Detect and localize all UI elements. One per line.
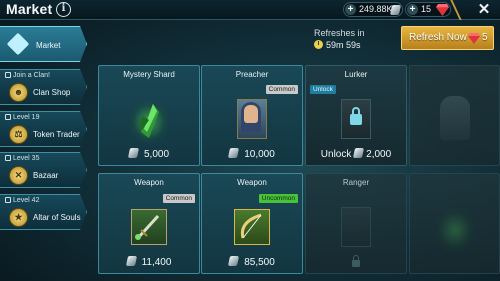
- refresh-now-label: Refresh Now: [409, 32, 467, 43]
- rarity-badge: Uncommon: [258, 194, 298, 203]
- silver-currency: + 249.88K: [343, 2, 403, 17]
- silver-coin-icon: [127, 148, 140, 158]
- sidebar-item-label: Market: [36, 41, 61, 50]
- silver-coin-icon: [389, 5, 402, 15]
- mystery-shard-icon: [139, 104, 159, 138]
- refresh-timer-value: 59m 59s: [326, 40, 361, 50]
- bow-icon: [240, 213, 262, 239]
- refresh-now-button[interactable]: Refresh Now 5: [401, 26, 494, 50]
- sidebar-item-label: Token Trader: [33, 130, 80, 139]
- rarity-badge: Common: [162, 194, 195, 203]
- silver-coin-icon: [125, 256, 137, 266]
- sidebar-lock-text: Level 19: [5, 114, 39, 121]
- card-price: 11,400: [99, 256, 199, 268]
- preacher-portrait: [237, 99, 267, 139]
- card-price: 5,000: [99, 148, 199, 160]
- sidebar-item-clan-shop[interactable]: Join a Clan! ☻ Clan Shop: [0, 69, 87, 105]
- refresh-label: Refreshes in: [314, 28, 365, 38]
- sword-icon: [135, 214, 160, 240]
- card-name: Lurker: [344, 70, 368, 79]
- sidebar-item-label: Clan Shop: [33, 88, 71, 97]
- market-card-ranger: Ranger: [305, 173, 407, 274]
- sidebar-item-label: Altar of Souls: [33, 213, 81, 222]
- token-trader-icon: ⚖: [9, 125, 28, 144]
- silver-amount: 249.88K: [359, 4, 393, 14]
- ranger-locked-portrait: [341, 207, 371, 247]
- altar-of-souls-icon: ★: [9, 208, 28, 227]
- unlock-badge: Unlock: [310, 85, 336, 94]
- top-bar: Market i + 249.88K + 15 ✕: [0, 0, 500, 20]
- bazaar-icon: ✕: [9, 166, 28, 185]
- hidden-champion-silhouette: [439, 96, 470, 140]
- lock-icon: [352, 255, 360, 267]
- lurker-locked-portrait: [341, 99, 371, 139]
- gem-currency: + 15: [405, 2, 451, 17]
- sidebar-item-altar-of-souls[interactable]: Level 42 ★ Altar of Souls: [0, 194, 87, 230]
- card-name: Ranger: [342, 178, 370, 187]
- card-name: Weapon: [134, 178, 164, 187]
- sidebar-item-bazaar[interactable]: Level 35 ✕ Bazaar: [0, 152, 87, 188]
- sidebar-lock-text: Level 35: [5, 155, 39, 162]
- silver-coin-icon: [228, 256, 240, 266]
- refresh-cost: 5: [482, 32, 488, 43]
- sidebar-item-label: Bazaar: [33, 171, 59, 180]
- market-card-preacher[interactable]: Preacher Common 10,000: [201, 65, 303, 166]
- add-gem-button[interactable]: +: [407, 4, 418, 15]
- portrait-face: [244, 105, 258, 123]
- silver-coin-icon: [228, 148, 240, 158]
- lock-icon: [5, 197, 11, 203]
- market-card-hidden: [409, 173, 500, 274]
- weapon-uncommon-icon: [234, 209, 270, 245]
- sidebar-item-market[interactable]: Market: [0, 26, 87, 62]
- close-button[interactable]: ✕: [470, 0, 498, 20]
- market-card-weapon-common[interactable]: Weapon Common 11,400: [98, 173, 200, 274]
- card-price: 85,500: [202, 256, 302, 268]
- gem-icon: [468, 33, 480, 44]
- clan-shop-icon: ☻: [9, 83, 28, 102]
- hidden-shard-glow: [434, 208, 475, 252]
- rarity-badge: Common: [265, 85, 298, 94]
- sidebar-lock-text: Level 42: [5, 197, 39, 204]
- market-card-weapon-uncommon[interactable]: Weapon Uncommon 85,500: [201, 173, 303, 274]
- market-icon: [6, 32, 30, 56]
- card-price: Unlock 2,000: [320, 148, 392, 160]
- market-card-mystery-shard[interactable]: Mystery Shard 5,000: [98, 65, 200, 166]
- card-name: Mystery Shard: [123, 70, 175, 79]
- lock-icon: [5, 155, 11, 161]
- page-title: Market: [6, 1, 53, 17]
- refresh-timer: 59m 59s: [314, 40, 361, 50]
- gem-amount: 15: [421, 4, 432, 14]
- card-price: 10,000: [202, 148, 302, 160]
- card-name: Weapon: [237, 178, 267, 187]
- gem-icon: [436, 4, 449, 16]
- weapon-common-icon: [131, 209, 167, 245]
- market-card-hidden: [409, 65, 500, 166]
- add-silver-button[interactable]: +: [345, 4, 356, 15]
- lock-icon: [5, 72, 11, 78]
- sidebar-item-token-trader[interactable]: Level 19 ⚖ Token Trader: [0, 111, 87, 147]
- silver-coin-icon: [353, 148, 365, 158]
- card-name: Preacher: [235, 70, 269, 79]
- lock-icon: [5, 114, 11, 120]
- clock-icon: [314, 40, 323, 49]
- lock-icon: [350, 107, 362, 125]
- info-icon[interactable]: i: [56, 2, 71, 17]
- sidebar-lock-text: Join a Clan!: [5, 72, 50, 79]
- market-card-lurker[interactable]: Lurker Unlock Unlock 2,000: [305, 65, 407, 166]
